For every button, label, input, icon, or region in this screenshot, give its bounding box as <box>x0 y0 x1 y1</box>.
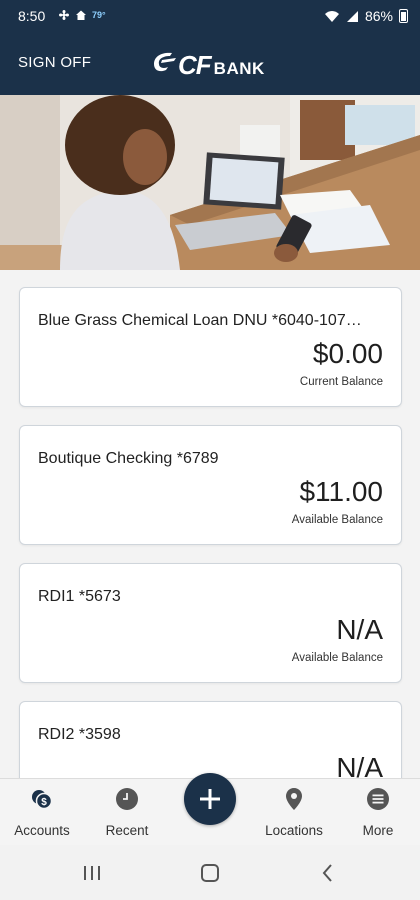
nav-recent-label: Recent <box>105 823 149 838</box>
add-button[interactable] <box>184 773 236 825</box>
wifi-icon <box>324 10 339 22</box>
nav-recent[interactable]: Recent <box>95 779 159 846</box>
clock-icon <box>116 788 138 810</box>
nav-locations-label: Locations <box>265 823 323 838</box>
account-name: RDI2 *3598 <box>38 726 121 743</box>
nav-more[interactable]: More <box>352 779 404 846</box>
fan-icon <box>59 10 69 20</box>
recent-apps-icon[interactable] <box>78 859 106 887</box>
status-notification-icons: 79° <box>58 9 106 21</box>
battery-percent: 86% <box>364 8 393 24</box>
balance-label: Available Balance <box>291 652 383 664</box>
cf-bank-logo: CF BANK <box>150 48 265 81</box>
home-button-icon[interactable] <box>196 859 224 887</box>
account-card[interactable]: RDI2 *3598 N/A <box>19 701 402 778</box>
status-temperature: 79° <box>92 10 106 20</box>
nav-locations[interactable]: Locations <box>258 779 330 846</box>
status-right: 86% <box>324 8 408 24</box>
logo-swoosh-icon <box>154 52 176 72</box>
account-balance: N/A <box>336 752 383 778</box>
status-time: 8:50 <box>18 8 46 24</box>
account-balance: N/A <box>336 614 383 645</box>
accounts-coins-icon: $ <box>32 790 53 810</box>
nav-more-label: More <box>362 823 394 838</box>
balance-label: Current Balance <box>299 376 383 388</box>
account-name: Boutique Checking *6789 <box>38 450 219 467</box>
home-icon <box>76 10 86 20</box>
signal-icon <box>346 10 358 22</box>
nav-accounts-label: Accounts <box>14 823 70 838</box>
logo-cf-text: CF <box>178 50 212 80</box>
account-card[interactable]: Blue Grass Chemical Loan DNU *6040-107… … <box>19 287 402 407</box>
account-name: Blue Grass Chemical Loan DNU *6040-107… <box>38 312 362 329</box>
nav-accounts[interactable]: $ Accounts <box>8 779 76 846</box>
account-balance: $0.00 <box>312 338 383 369</box>
balance-label: Available Balance <box>291 514 383 526</box>
plus-icon <box>200 789 220 809</box>
svg-text:$: $ <box>41 797 47 808</box>
account-card[interactable]: RDI1 *5673 N/A Available Balance <box>19 563 402 683</box>
account-card[interactable]: Boutique Checking *6789 $11.00 Available… <box>19 425 402 545</box>
sign-off-button[interactable]: SIGN OFF <box>18 54 91 71</box>
status-bar: 8:50 79° 86% <box>0 0 420 32</box>
location-pin-icon <box>286 788 302 810</box>
app-header: SIGN OFF CF BANK <box>0 32 420 95</box>
system-nav-bar <box>0 845 420 900</box>
accounts-list: Blue Grass Chemical Loan DNU *6040-107… … <box>0 270 420 778</box>
battery-icon <box>399 9 408 23</box>
hero-image <box>0 95 420 270</box>
menu-icon <box>367 788 389 810</box>
account-balance: $11.00 <box>299 476 383 507</box>
logo-bank-text: BANK <box>213 59 265 78</box>
account-name: RDI1 *5673 <box>38 588 121 605</box>
hero-photo-woman-laptop <box>0 95 420 270</box>
back-icon[interactable] <box>314 859 342 887</box>
